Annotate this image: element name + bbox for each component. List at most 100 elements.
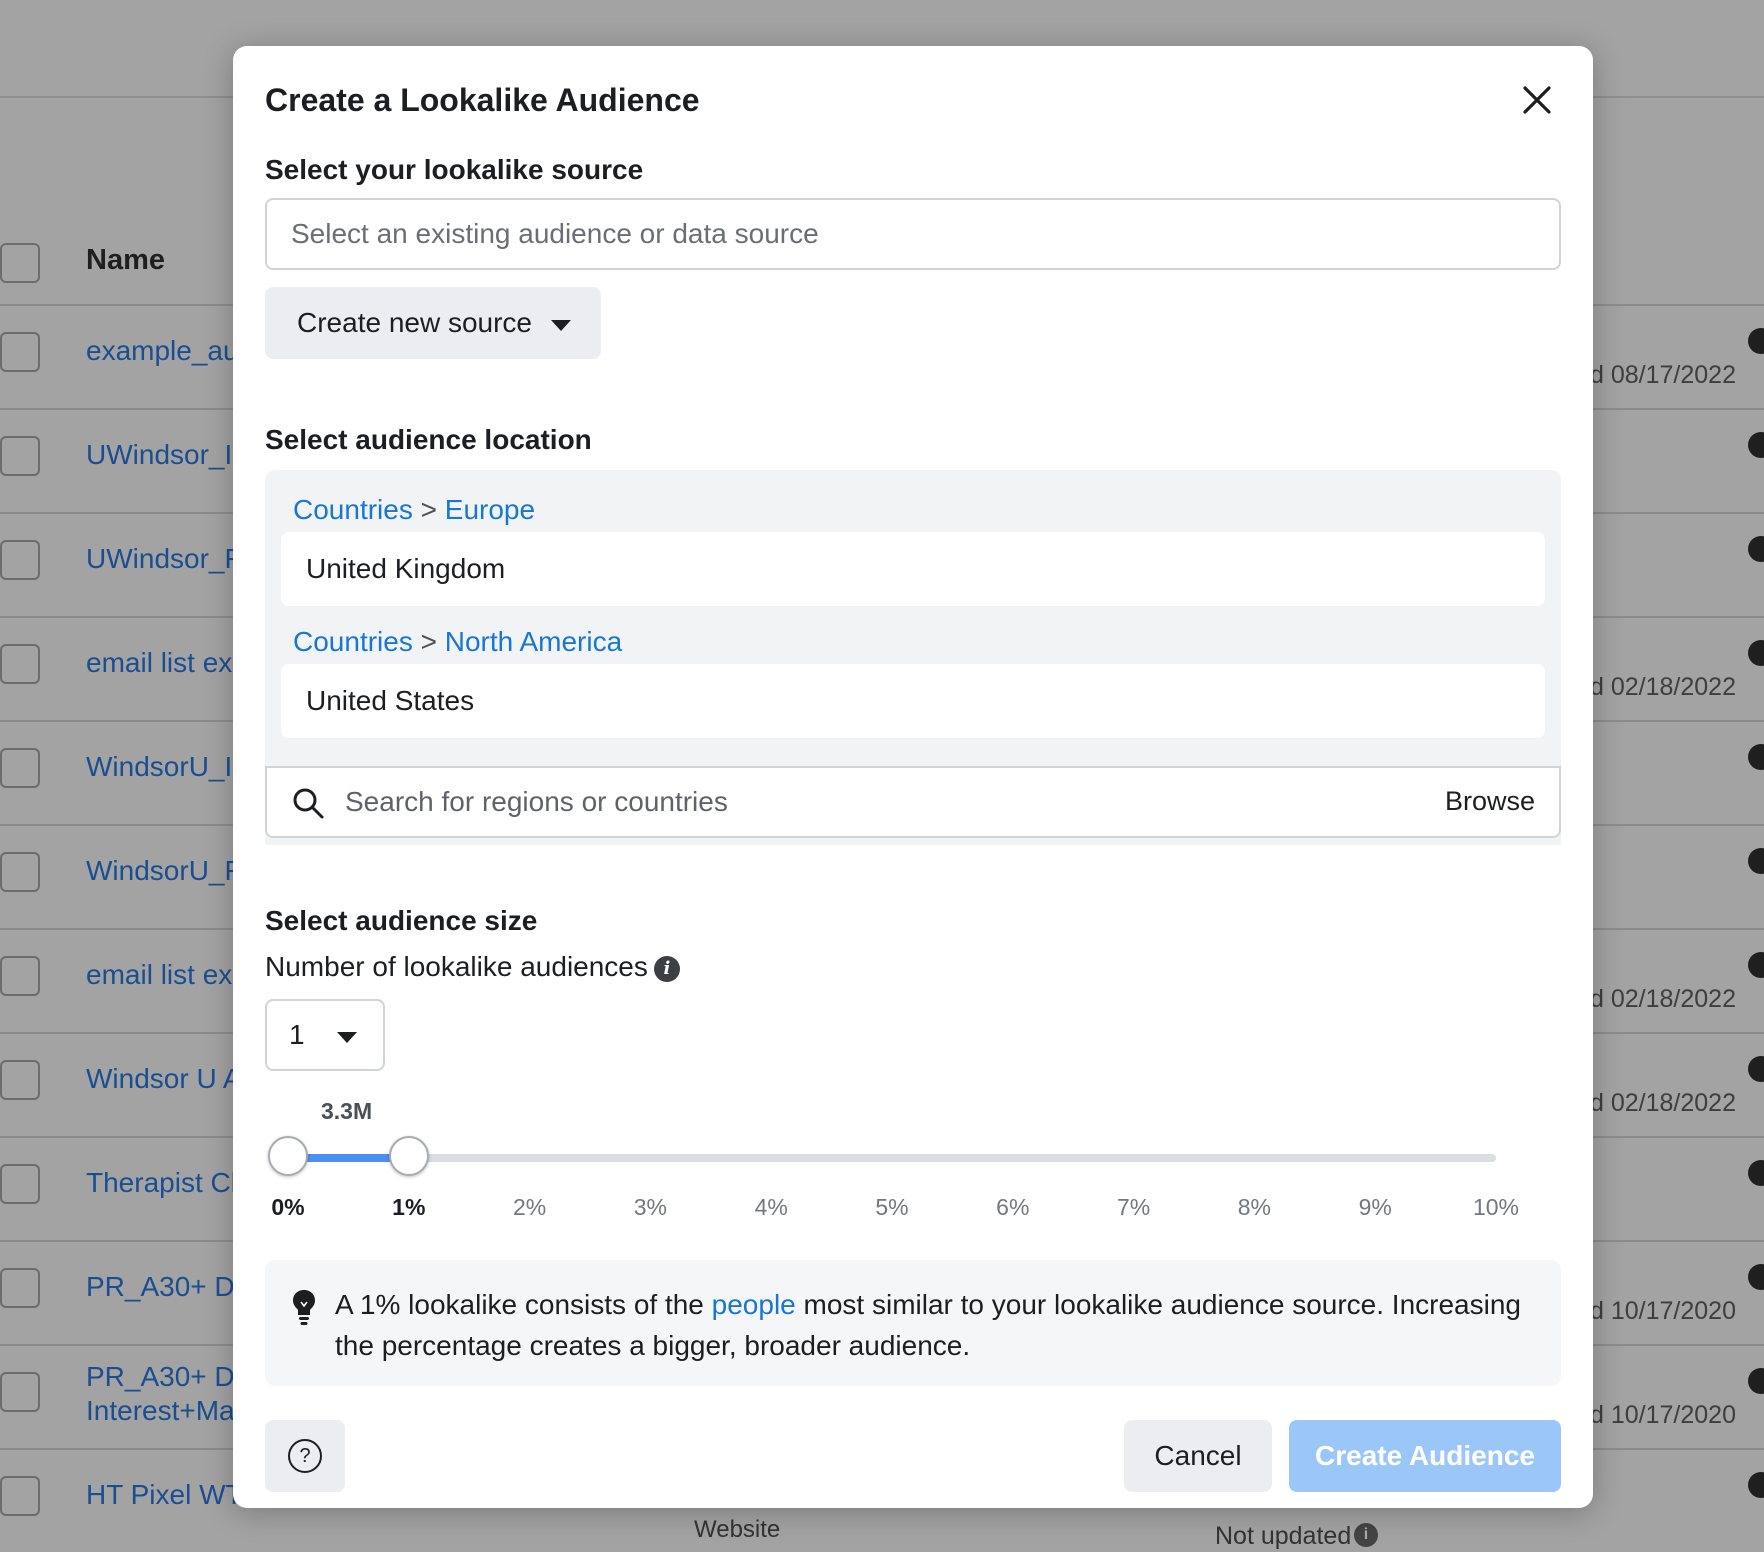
breadcrumb-region-link[interactable]: North America [445, 626, 622, 657]
info-icon[interactable] [1748, 640, 1764, 666]
lookalike-audience-dialog: Create a Lookalike Audience Select your … [233, 46, 1593, 1508]
info-icon[interactable]: i [1354, 1523, 1378, 1547]
row-checkbox[interactable] [0, 644, 40, 684]
info-icon[interactable] [1748, 848, 1764, 874]
audience-name-link[interactable]: Therapist Cl [86, 1166, 237, 1200]
row-checkbox[interactable] [0, 332, 40, 372]
number-of-audiences-value: 1 [289, 1019, 305, 1050]
source-cell: Website [694, 1516, 781, 1543]
audience-name-link[interactable]: UWindsor_IG [86, 438, 254, 472]
date-cell: d 10/17/2020 [1590, 1401, 1736, 1429]
slider-end-handle[interactable] [388, 1136, 429, 1176]
audience-name-link[interactable]: PR_A30+ De Interest+Ma [86, 1360, 250, 1428]
breadcrumb-separator: > [420, 626, 437, 657]
help-button[interactable]: ? [265, 1420, 345, 1492]
slider-tick-label[interactable]: 8% [1214, 1194, 1294, 1221]
location-search-input[interactable]: Search for regions or countries Browse [265, 766, 1561, 838]
number-of-audiences-label: Number of lookalike audiences i [265, 951, 680, 983]
select-all-checkbox[interactable] [0, 243, 40, 283]
close-icon [1523, 86, 1551, 114]
info-icon[interactable] [1748, 1368, 1764, 1394]
row-checkbox[interactable] [0, 1476, 40, 1516]
breadcrumb-countries-link[interactable]: Countries [293, 626, 413, 657]
info-icon[interactable] [1748, 1264, 1764, 1290]
dialog-title: Create a Lookalike Audience [265, 82, 700, 118]
location-breadcrumb: Countries > Europe [293, 494, 535, 526]
slider-tick-label[interactable]: 9% [1335, 1194, 1415, 1221]
slider-tick-label[interactable]: 1% [369, 1194, 449, 1221]
status-cell: Not updated [1215, 1522, 1352, 1550]
create-new-source-label: Create new source [297, 307, 533, 338]
audience-name-link[interactable]: Windsor U A [86, 1062, 242, 1096]
audience-name-link[interactable]: example_au [86, 334, 239, 368]
slider-tick-label[interactable]: 10% [1456, 1194, 1536, 1221]
slider-tick-label[interactable]: 6% [973, 1194, 1053, 1221]
audience-name-link[interactable]: UWindsor_F [86, 542, 242, 576]
info-icon[interactable] [1748, 1056, 1764, 1082]
close-button[interactable] [1515, 78, 1559, 122]
caret-down-icon [551, 320, 571, 331]
slider-tick-label[interactable]: 0% [248, 1194, 328, 1221]
location-breadcrumb: Countries > North America [293, 626, 622, 658]
slider-tick-label[interactable]: 7% [1094, 1194, 1174, 1221]
slider-tick-label[interactable]: 3% [610, 1194, 690, 1221]
source-section-label: Select your lookalike source [265, 154, 644, 185]
slider-start-handle[interactable] [268, 1136, 308, 1176]
info-icon[interactable] [1748, 536, 1764, 562]
search-icon [293, 788, 324, 819]
caret-down-icon [337, 1032, 357, 1043]
info-icon[interactable] [1748, 744, 1764, 770]
row-checkbox[interactable] [0, 540, 40, 580]
audience-name-link[interactable]: WindsorU_F [86, 854, 242, 888]
slider-track[interactable] [288, 1154, 1496, 1162]
info-icon[interactable] [1748, 432, 1764, 458]
info-icon[interactable] [1748, 1472, 1764, 1498]
breadcrumb-region-link[interactable]: Europe [445, 494, 535, 525]
question-icon: ? [288, 1439, 322, 1473]
slider-tick-label[interactable]: 2% [490, 1194, 570, 1221]
info-icon[interactable] [1748, 1160, 1764, 1186]
audience-name-link[interactable]: HT Pixel WT [86, 1478, 243, 1512]
date-cell: d 02/18/2022 [1590, 673, 1736, 701]
create-new-source-dropdown[interactable]: Create new source [265, 287, 601, 359]
cancel-button[interactable]: Cancel [1124, 1420, 1272, 1492]
slider-tick-label[interactable]: 4% [731, 1194, 811, 1221]
location-search-placeholder: Search for regions or countries [345, 786, 728, 817]
number-of-audiences-text: Number of lookalike audiences [265, 951, 648, 982]
tip-text-part: A 1% lookalike consists of the [335, 1289, 712, 1320]
breadcrumb-separator: > [420, 494, 437, 525]
location-item-united-states[interactable]: United States [281, 664, 1545, 738]
date-cell: d 02/18/2022 [1590, 1089, 1736, 1117]
audience-size-estimate: 3.3M [321, 1098, 373, 1124]
number-of-audiences-select[interactable]: 1 [265, 999, 385, 1071]
people-link[interactable]: people [712, 1289, 796, 1320]
row-checkbox[interactable] [0, 1372, 40, 1412]
name-column-header[interactable]: Name [86, 244, 165, 277]
row-checkbox[interactable] [0, 1268, 40, 1308]
create-audience-button[interactable]: Create Audience [1289, 1420, 1561, 1492]
audience-name-link[interactable]: WindsorU_IG [86, 750, 254, 784]
row-checkbox[interactable] [0, 852, 40, 892]
date-cell: d 08/17/2022 [1590, 361, 1736, 389]
browse-button[interactable]: Browse [1445, 786, 1535, 817]
location-section-label: Select audience location [265, 424, 592, 455]
row-checkbox[interactable] [0, 1060, 40, 1100]
info-icon[interactable] [1748, 328, 1764, 354]
date-cell: d 02/18/2022 [1590, 985, 1736, 1013]
audience-name-link[interactable]: email list ex [86, 958, 232, 992]
location-item-united-kingdom[interactable]: United Kingdom [281, 532, 1545, 606]
breadcrumb-countries-link[interactable]: Countries [293, 494, 413, 525]
slider-tick-label[interactable]: 5% [852, 1194, 932, 1221]
info-icon[interactable] [1748, 952, 1764, 978]
row-checkbox[interactable] [0, 1164, 40, 1204]
row-checkbox[interactable] [0, 748, 40, 788]
row-checkbox[interactable] [0, 436, 40, 476]
lightbulb-icon [293, 1290, 315, 1325]
info-icon[interactable]: i [653, 956, 680, 982]
tip-box: A 1% lookalike consists of the people mo… [265, 1260, 1561, 1386]
row-checkbox[interactable] [0, 956, 40, 996]
audience-name-link[interactable]: PR_A30+ De [86, 1270, 250, 1304]
source-input[interactable]: Select an existing audience or data sour… [265, 198, 1561, 270]
date-cell: d 10/17/2020 [1590, 1297, 1736, 1325]
audience-name-link[interactable]: email list ex [86, 646, 232, 680]
